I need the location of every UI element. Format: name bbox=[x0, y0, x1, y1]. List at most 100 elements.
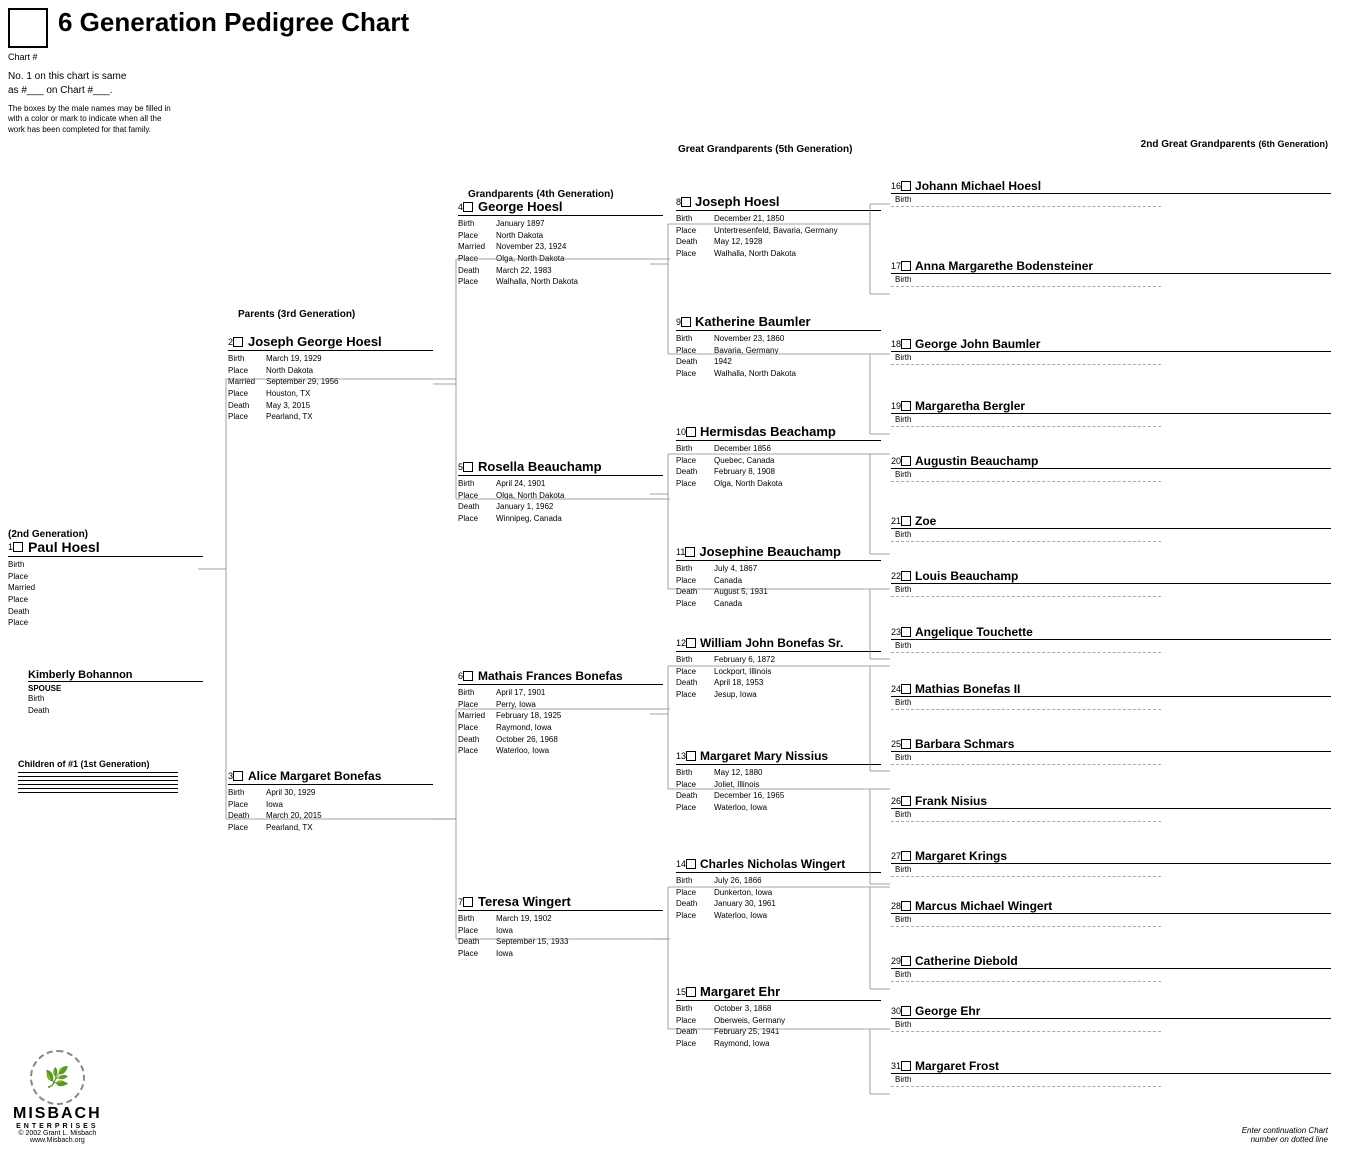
p3-place: Iowa bbox=[266, 799, 283, 811]
p25-birth-label: Birth bbox=[891, 753, 1331, 762]
person-5: 5 Rosella Beauchamp BirthApril 24, 1901 … bbox=[458, 459, 663, 524]
p13-name: Margaret Mary Nissius bbox=[700, 749, 828, 763]
p3-name: Alice Margaret Bonefas bbox=[248, 769, 381, 783]
p3-num-box bbox=[233, 771, 243, 781]
p4-num-box bbox=[463, 202, 473, 212]
p27-name: Margaret Krings bbox=[915, 849, 1007, 863]
p2-death: May 3, 2015 bbox=[266, 400, 310, 412]
p10-death-place: Olga, North Dakota bbox=[714, 478, 782, 490]
same-as-text: No. 1 on this chart is same bbox=[8, 71, 409, 82]
p16-name: Johann Michael Hoesl bbox=[915, 179, 1041, 193]
p14-birth: July 26, 1866 bbox=[714, 875, 762, 887]
person-29: 29 Catherine Diebold Birth bbox=[891, 954, 1331, 982]
p13-birth: May 12, 1880 bbox=[714, 767, 762, 779]
p5-birth: April 24, 1901 bbox=[496, 478, 545, 490]
person-11: 11 Josephine Beauchamp BirthJuly 4, 1867… bbox=[676, 544, 881, 609]
p14-num-box bbox=[686, 859, 696, 869]
person-23: 23 Angelique Touchette Birth bbox=[891, 625, 1331, 653]
p18-name: George John Baumler bbox=[915, 337, 1040, 351]
p9-num-box bbox=[681, 317, 691, 327]
p26-name: Frank Nisius bbox=[915, 794, 987, 808]
logo-brand: MISBACH bbox=[13, 1105, 102, 1123]
chart-title: 6 Generation Pedigree Chart bbox=[58, 8, 409, 37]
p7-death: September 15, 1933 bbox=[496, 936, 569, 948]
p4-married-place: Olga, North Dakota bbox=[496, 253, 564, 265]
p4-birth: January 1897 bbox=[496, 218, 544, 230]
p15-name: Margaret Ehr bbox=[700, 984, 780, 999]
p11-num-box bbox=[685, 547, 695, 557]
p12-place: Lockport, Illinois bbox=[714, 666, 771, 678]
p11-place: Canada bbox=[714, 575, 742, 587]
person-16: 16 Johann Michael Hoesl Birth bbox=[891, 179, 1331, 207]
p8-birth: December 21, 1850 bbox=[714, 213, 784, 225]
p6-place: Perry, Iowa bbox=[496, 699, 536, 711]
p21-birth-label: Birth bbox=[891, 530, 1331, 539]
p2-death-place: Pearland, TX bbox=[266, 411, 313, 423]
p9-place: Bavaria, Germany bbox=[714, 345, 778, 357]
p7-death-place: Iowa bbox=[496, 948, 513, 960]
person-8: 8 Joseph Hoesl BirthDecember 21, 1850 Pl… bbox=[676, 194, 881, 259]
chart-area: (2nd Generation) Parents (3rd Generation… bbox=[8, 139, 1333, 1149]
p10-birth: December 1856 bbox=[714, 443, 771, 455]
p17-name: Anna Margarethe Bodensteiner bbox=[915, 259, 1093, 273]
same-as-line2: as #___ on Chart #___. bbox=[8, 85, 409, 96]
p3-birth: April 30, 1929 bbox=[266, 787, 315, 799]
p22-birth-label: Birth bbox=[891, 585, 1331, 594]
p2-place: North Dakota bbox=[266, 365, 313, 377]
person-6: 6 Mathais Frances Bonefas BirthApril 17,… bbox=[458, 669, 663, 757]
person-12: 12 William John Bonefas Sr. BirthFebruar… bbox=[676, 636, 881, 700]
person-26: 26 Frank Nisius Birth bbox=[891, 794, 1331, 822]
gen5-label: Great Grandparents (5th Generation) bbox=[678, 144, 852, 155]
p8-name: Joseph Hoesl bbox=[695, 194, 780, 209]
p14-name: Charles Nicholas Wingert bbox=[700, 857, 845, 871]
p10-death: February 8, 1908 bbox=[714, 466, 775, 478]
person-2: 2 Joseph George Hoesl BirthMarch 19, 192… bbox=[228, 334, 433, 423]
p29-name: Catherine Diebold bbox=[915, 954, 1018, 968]
p2-married-place: Houston, TX bbox=[266, 388, 310, 400]
p2-num-box bbox=[233, 337, 243, 347]
p9-birth: November 23, 1860 bbox=[714, 333, 784, 345]
p29-birth-label: Birth bbox=[891, 970, 1331, 979]
p13-place: Joliet, Illinois bbox=[714, 779, 759, 791]
p6-num-box bbox=[463, 671, 473, 681]
p20-birth-label: Birth bbox=[891, 470, 1331, 479]
p25-name: Barbara Schmars bbox=[915, 737, 1014, 751]
logo-area: 🌿 MISBACH ENTERPRISES © 2002 Grant L. Mi… bbox=[13, 1050, 102, 1144]
person-31: 31 Margaret Frost Birth bbox=[891, 1059, 1331, 1087]
p15-death: February 25, 1941 bbox=[714, 1026, 779, 1038]
p27-birth-label: Birth bbox=[891, 865, 1331, 874]
p14-place: Dunkerton, Iowa bbox=[714, 887, 772, 899]
person-9: 9 Katherine Baumler BirthNovember 23, 18… bbox=[676, 314, 881, 379]
person-28: 28 Marcus Michael Wingert Birth bbox=[891, 899, 1331, 927]
p30-name: George Ehr bbox=[915, 1004, 980, 1018]
p19-birth-label: Birth bbox=[891, 415, 1331, 424]
p10-num-box bbox=[686, 427, 696, 437]
p1-name: Paul Hoesl bbox=[28, 539, 100, 555]
person-27: 27 Margaret Krings Birth bbox=[891, 849, 1331, 877]
person-1: 1 Paul Hoesl Birth Place Married Place D… bbox=[8, 539, 203, 629]
p14-death: January 30, 1961 bbox=[714, 898, 776, 910]
p12-name: William John Bonefas Sr. bbox=[700, 636, 843, 650]
person-20: 20 Augustin Beauchamp Birth bbox=[891, 454, 1331, 482]
p4-place: North Dakota bbox=[496, 230, 543, 242]
p4-married: November 23, 1924 bbox=[496, 241, 566, 253]
p1-num-box bbox=[13, 542, 23, 552]
person-10: 10 Hermisdas Beachamp BirthDecember 1856… bbox=[676, 424, 881, 489]
p2-married: September 29, 1956 bbox=[266, 376, 339, 388]
p7-place: Iowa bbox=[496, 925, 513, 937]
p8-place: Untertresenfeld, Bavaria, Germany bbox=[714, 225, 838, 237]
continuation-note: Enter continuation Chartnumber on dotted… bbox=[1242, 1126, 1328, 1144]
children-label: Children of #1 (1st Generation) bbox=[18, 759, 213, 769]
p11-name: Josephine Beauchamp bbox=[699, 544, 841, 559]
p9-death-place: Walhalla, North Dakota bbox=[714, 368, 796, 380]
person-17: 17 Anna Margarethe Bodensteiner Birth bbox=[891, 259, 1331, 287]
p9-death: 1942 bbox=[714, 356, 732, 368]
p3-death: March 20, 2015 bbox=[266, 810, 322, 822]
p5-death: January 1, 1962 bbox=[496, 501, 553, 513]
p5-place: Olga, North Dakota bbox=[496, 490, 564, 502]
p17-birth-label: Birth bbox=[891, 275, 1331, 284]
chart-number-box bbox=[8, 8, 48, 48]
p15-birth: October 3, 1868 bbox=[714, 1003, 771, 1015]
p12-death-place: Jesup, Iowa bbox=[714, 689, 757, 701]
p15-num-box bbox=[686, 987, 696, 997]
